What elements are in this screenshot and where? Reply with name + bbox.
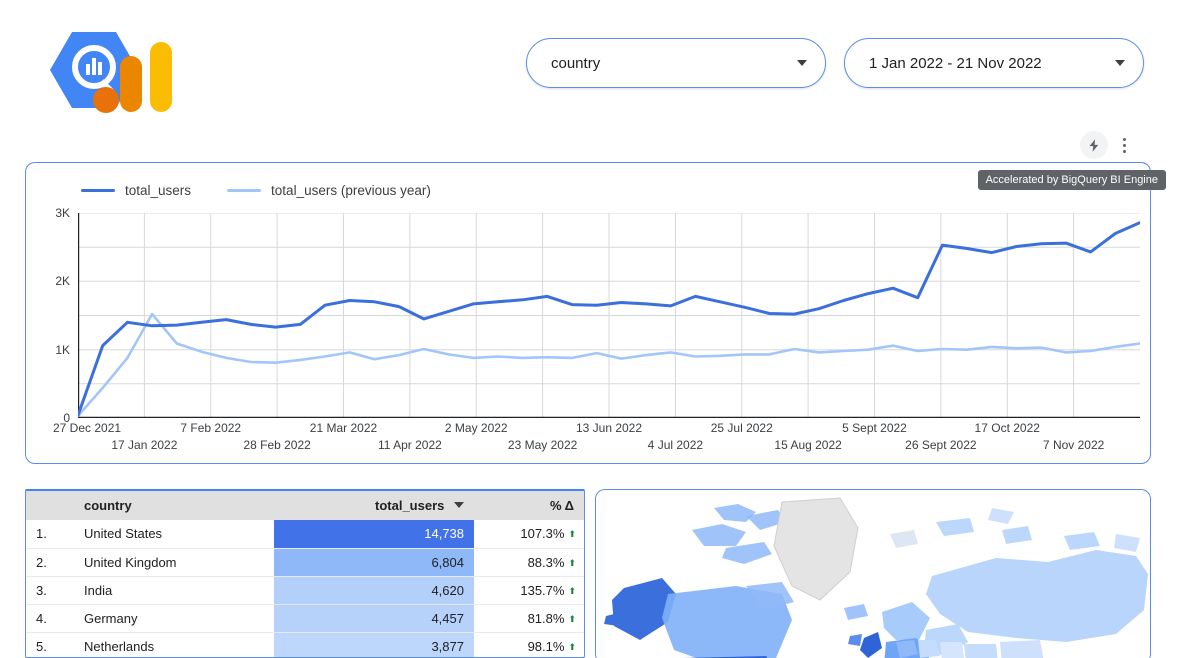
filter-bar: country 1 Jan 2022 - 21 Nov 2022 xyxy=(526,38,1144,88)
y-axis-labels: 01K2K3K xyxy=(26,213,70,418)
row-delta-value: 81.8% xyxy=(528,611,565,626)
row-delta-value: 135.7% xyxy=(520,583,564,598)
x-axis-tick-label: 28 Feb 2022 xyxy=(243,438,310,452)
table-row[interactable]: 3.India4,620 135.7% ⬆ xyxy=(26,576,584,604)
table-row[interactable]: 2.United Kingdom6,80488.3%⬆ xyxy=(26,548,584,576)
sort-desc-icon xyxy=(454,502,464,508)
x-axis-tick-label: 7 Feb 2022 xyxy=(180,421,241,435)
row-total-users: 4,620 xyxy=(274,576,474,604)
x-axis-tick-label: 13 Jun 2022 xyxy=(576,421,642,435)
column-header-total-users-label: total_users xyxy=(375,498,444,513)
x-axis-tick-label: 2 May 2022 xyxy=(445,421,508,435)
trend-up-icon: ⬆ xyxy=(568,642,576,653)
x-axis-tick-label: 23 May 2022 xyxy=(508,438,577,452)
row-country[interactable]: India xyxy=(74,576,274,604)
legend-item-total-users[interactable]: total_users xyxy=(81,183,191,198)
column-header-country[interactable]: country xyxy=(74,491,274,520)
row-total-users: 6,804 xyxy=(274,548,474,576)
row-total-users: 3,877 xyxy=(274,632,474,658)
row-country[interactable]: Germany xyxy=(74,604,274,632)
row-total-users: 4,457 xyxy=(274,604,474,632)
x-axis-tick-label: 17 Jan 2022 xyxy=(111,438,177,452)
more-vert-icon[interactable] xyxy=(1114,131,1134,159)
country-table-card: country total_users % Δ 1.United States1… xyxy=(25,489,585,658)
bi-engine-tooltip: Accelerated by BigQuery BI Engine xyxy=(978,170,1166,190)
table-row[interactable]: 4.Germany4,45781.8%⬆ xyxy=(26,604,584,632)
row-index: 1. xyxy=(26,520,74,548)
row-index: 4. xyxy=(26,604,74,632)
line-chart-svg xyxy=(78,213,1140,418)
table-body: 1.United States14,738 107.3% ⬆ 2.United Kin… xyxy=(26,520,584,658)
trend-up-icon: ⬆ xyxy=(568,558,576,569)
row-total-users: 14,738 xyxy=(274,520,474,548)
x-axis-tick-label: 21 Mar 2022 xyxy=(310,421,377,435)
y-axis-tick-label: 1K xyxy=(26,343,70,357)
date-range-value: 1 Jan 2022 - 21 Nov 2022 xyxy=(869,55,1105,72)
legend-swatch-secondary xyxy=(227,189,261,192)
y-axis-tick-label: 3K xyxy=(26,206,70,220)
row-delta: 135.7% ⬆ xyxy=(474,576,584,604)
table-header: country total_users % Δ xyxy=(26,491,584,520)
lightning-bolt-icon[interactable] xyxy=(1080,131,1108,159)
x-axis-tick-label: 5 Sept 2022 xyxy=(842,421,907,435)
legend-swatch-primary xyxy=(81,189,115,192)
trend-up-icon: ⬆ xyxy=(568,586,576,597)
x-axis-tick-label: 17 Oct 2022 xyxy=(975,421,1040,435)
dimension-filter-value: country xyxy=(551,55,787,72)
row-delta: 88.3%⬆ xyxy=(474,548,584,576)
chevron-down-icon xyxy=(1115,60,1125,66)
world-map-svg xyxy=(596,490,1150,658)
geo-map-card[interactable] xyxy=(595,489,1151,658)
row-delta: 81.8%⬆ xyxy=(474,604,584,632)
row-delta-value: 107.3% xyxy=(520,526,564,541)
x-axis-tick-label: 15 Aug 2022 xyxy=(774,438,841,452)
date-range-dropdown[interactable]: 1 Jan 2022 - 21 Nov 2022 xyxy=(844,38,1144,88)
x-axis-labels: 27 Dec 2021 17 Jan 20227 Feb 202228 Feb 2… xyxy=(26,421,1152,463)
row-delta-value: 98.1% xyxy=(528,639,565,654)
dimension-filter-dropdown[interactable]: country xyxy=(526,38,826,88)
row-delta: 98.1%⬆ xyxy=(474,632,584,658)
y-axis-tick-label: 2K xyxy=(26,274,70,288)
x-axis-tick-label: 7 Nov 2022 xyxy=(1043,438,1104,452)
row-index: 5. xyxy=(26,632,74,658)
chart-plot-area xyxy=(78,213,1140,418)
row-index: 3. xyxy=(26,576,74,604)
trend-up-icon: ⬆ xyxy=(568,614,576,625)
row-country[interactable]: Netherlands xyxy=(74,632,274,658)
row-delta: 107.3% ⬆ xyxy=(474,520,584,548)
row-delta-value: 88.3% xyxy=(528,555,565,570)
row-index: 2. xyxy=(26,548,74,576)
table-row[interactable]: 5.Netherlands3,87798.1%⬆ xyxy=(26,632,584,658)
x-axis-tick-label: 11 Apr 2022 xyxy=(378,438,442,452)
column-header-delta: % Δ xyxy=(474,491,584,520)
world-choropleth-map[interactable] xyxy=(596,490,1150,658)
x-axis-tick-label: 4 Jul 2022 xyxy=(648,438,703,452)
trend-up-icon: ⬆ xyxy=(568,529,576,540)
time-series-chart-card: total_users total_users (previous year) … xyxy=(25,162,1151,464)
legend-label-secondary: total_users (previous year) xyxy=(271,183,431,198)
row-country[interactable]: United States xyxy=(74,520,274,548)
dashboard-page: country 1 Jan 2022 - 21 Nov 2022 Acceler… xyxy=(0,0,1178,658)
chart-actions xyxy=(1080,131,1134,159)
x-axis-tick-label: 27 Dec 2021 xyxy=(53,421,121,435)
bigquery-analytics-logo-icon xyxy=(34,22,176,118)
table-header-row: country total_users % Δ xyxy=(26,491,584,520)
column-header-total-users[interactable]: total_users xyxy=(274,491,474,520)
legend-item-total-users-previous-year[interactable]: total_users (previous year) xyxy=(227,183,431,198)
legend-label-primary: total_users xyxy=(125,183,191,198)
x-axis-tick-label: 25 Jul 2022 xyxy=(711,421,773,435)
column-header-index xyxy=(26,491,74,520)
country-table: country total_users % Δ 1.United States1… xyxy=(26,491,584,658)
chevron-down-icon xyxy=(797,60,807,66)
table-row[interactable]: 1.United States14,738 107.3% ⬆ xyxy=(26,520,584,548)
row-country[interactable]: United Kingdom xyxy=(74,548,274,576)
chart-legend: total_users total_users (previous year) xyxy=(81,183,431,198)
x-axis-tick-label: 26 Sept 2022 xyxy=(905,438,976,452)
